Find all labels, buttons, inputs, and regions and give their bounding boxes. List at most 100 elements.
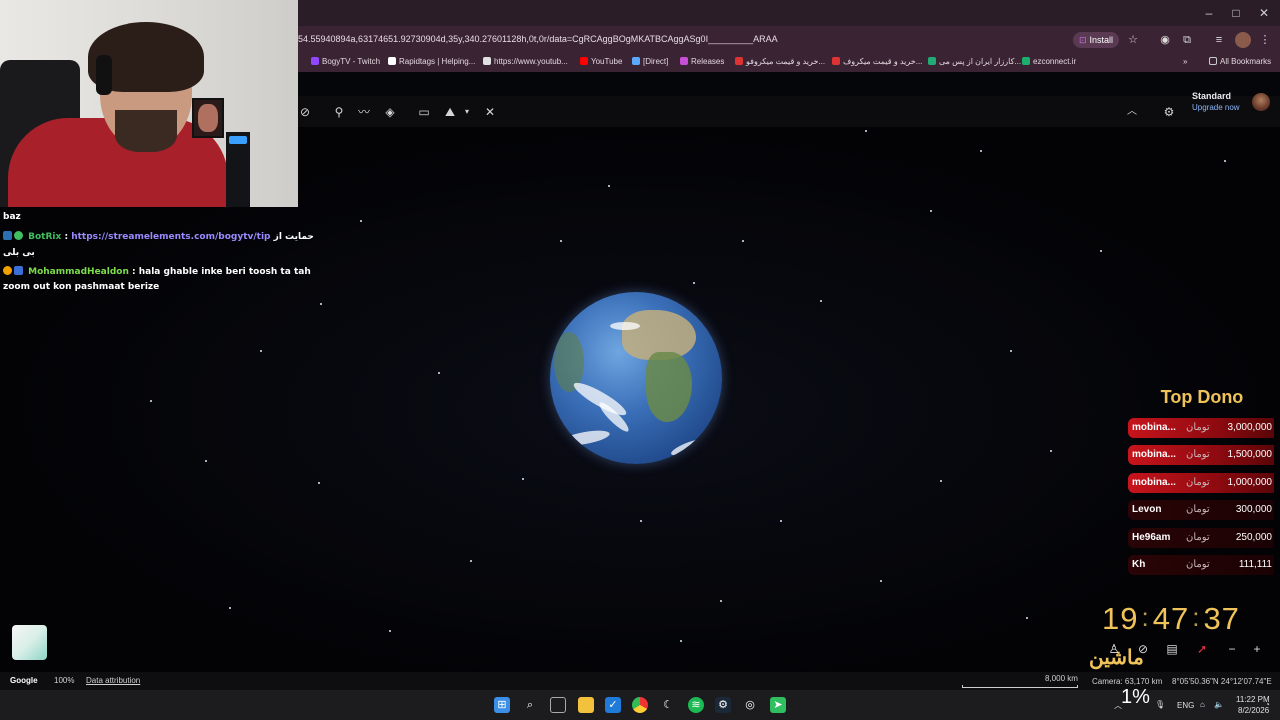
dono-amount: 1,000,000 (1227, 477, 1273, 488)
plan-name: Standard (1192, 91, 1232, 101)
chat-link[interactable]: https://streamelements.com/bogytv/tip (71, 232, 270, 242)
language-indicator[interactable]: ENG (1177, 701, 1194, 710)
gear-icon[interactable]: ⚙ (1160, 103, 1178, 121)
menu-icon[interactable]: ⋮ (1257, 32, 1273, 48)
pegman-icon[interactable]: ♙ (1105, 642, 1123, 656)
star (720, 600, 722, 602)
battery-percent: 1% (1121, 686, 1150, 708)
data-attribution-link[interactable]: Data attribution (86, 676, 140, 685)
chevron-down-icon[interactable]: ▾ (458, 103, 476, 121)
dono-name: He96am (1132, 532, 1171, 543)
vscode-icon[interactable]: ✓ (605, 697, 621, 713)
layers-icon[interactable]: ◈ (381, 103, 399, 121)
bookmarks-overflow-icon[interactable]: » (1183, 57, 1187, 66)
bookmark-item[interactable]: Releases (680, 57, 724, 66)
speaker-light (229, 136, 247, 144)
extension-icon[interactable]: ◉ (1157, 32, 1173, 48)
path-icon[interactable]: 〰 (355, 103, 373, 121)
reading-list-icon[interactable]: ≡ (1211, 32, 1227, 48)
scale-bar (962, 685, 1078, 688)
start-icon[interactable]: ⊞ (494, 697, 510, 713)
chat-message: BotRix : https://streamelements.com/bogy… (3, 231, 314, 242)
star (742, 240, 744, 242)
africa-south (646, 352, 692, 422)
favicon-icon (1022, 57, 1030, 65)
minimize-icon[interactable]: – (1195, 4, 1223, 22)
upgrade-link[interactable]: Upgrade now (1192, 103, 1240, 112)
zoom-out-icon[interactable]: − (1223, 642, 1241, 656)
app-icon[interactable]: ☾ (660, 697, 676, 713)
favicon-icon (928, 57, 936, 65)
star (680, 640, 682, 642)
map-style-thumbnail[interactable] (12, 625, 47, 660)
sub-badge-icon (3, 266, 12, 275)
bookmark-item[interactable]: خرید و قیمت میکروفو... (735, 57, 825, 66)
bookmark-item[interactable]: [Direct] (632, 57, 668, 66)
file-explorer-icon[interactable] (578, 697, 594, 713)
clock-sep: : (1192, 602, 1201, 632)
dono-amount: 250,000 (1235, 532, 1272, 543)
bookmark-item[interactable]: خرید و قیمت میکروف... (832, 57, 922, 66)
star (940, 480, 942, 482)
chrome-icon[interactable] (632, 697, 648, 713)
3d-toggle-icon[interactable]: ▤ (1163, 642, 1181, 656)
app-icon-green[interactable]: ➤ (770, 697, 786, 713)
close-icon[interactable]: ✕ (1250, 4, 1278, 22)
placemark-icon[interactable]: ⚲ (330, 103, 348, 121)
avatar[interactable] (1252, 93, 1270, 111)
favicon-icon (735, 57, 743, 65)
tray-chevron-icon[interactable]: ︿ (1114, 700, 1122, 711)
all-bookmarks[interactable]: All Bookmarks (1209, 57, 1271, 66)
bookmark-star-icon[interactable]: ☆ (1125, 32, 1141, 48)
earth-globe[interactable] (550, 292, 722, 464)
profile-avatar[interactable] (1235, 32, 1251, 48)
zoom-in-icon[interactable]: + (1248, 642, 1266, 656)
projects-icon[interactable]: ⛰ (441, 103, 459, 121)
url-field[interactable]: 54.55940894a,63174651.92730904d,35y,340.… (298, 34, 778, 44)
network-icon[interactable]: ⌂ (1200, 700, 1205, 709)
wall-picture (192, 98, 224, 138)
spotify-icon[interactable]: ≋ (688, 697, 704, 713)
puzzle-icon[interactable]: ⧉ (1179, 32, 1195, 48)
install-icon: ⊡ (1079, 35, 1087, 45)
install-button[interactable]: ⊡ Install (1073, 32, 1120, 48)
obs-icon[interactable]: ◎ (742, 697, 758, 713)
dono-currency: تومان (1186, 477, 1210, 488)
mic-icon[interactable]: 🎙 (1155, 700, 1165, 709)
chat-username[interactable]: MohammadHealdon (28, 267, 129, 277)
maximize-icon[interactable]: □ (1222, 4, 1250, 22)
notification-icon[interactable]: ◔ (1265, 700, 1270, 709)
dono-currency: تومان (1186, 422, 1210, 433)
star (1050, 450, 1052, 452)
dono-currency: تومان (1186, 449, 1210, 460)
star (318, 482, 320, 484)
volume-icon[interactable]: 🔈 (1214, 700, 1224, 709)
history-icon[interactable]: ⊘ (296, 103, 314, 121)
bookmark-item[interactable]: کارزار ایران از پس می... (928, 57, 1021, 66)
star (608, 185, 610, 187)
star (360, 220, 362, 222)
webcam-overlay (0, 0, 298, 207)
compass-icon[interactable]: ➚ (1193, 642, 1211, 656)
3d-icon[interactable]: ⊘ (1134, 642, 1152, 656)
google-logo: Google (10, 676, 38, 685)
chat-username[interactable]: BotRix (28, 232, 61, 242)
star (930, 210, 932, 212)
task-view-icon[interactable] (550, 697, 566, 713)
scale-label: 8,000 km (1045, 674, 1078, 683)
measure-icon[interactable]: ✕ (481, 103, 499, 121)
bookmark-item[interactable]: Rapidtags | Helping... (388, 57, 475, 66)
bookmark-item[interactable]: ezconnect.ir (1022, 57, 1076, 66)
bookmark-item[interactable]: BogyTV - Twitch (311, 57, 380, 66)
star (1026, 617, 1028, 619)
steam-icon[interactable]: ⚙ (715, 697, 731, 713)
plan-info[interactable]: Standard Upgrade now (1192, 91, 1240, 112)
clock-seconds: 37 (1203, 601, 1240, 636)
bookmark-item[interactable]: https://www.youtub... (483, 57, 568, 66)
search-icon[interactable]: ⌕ (522, 697, 538, 713)
star (470, 560, 472, 562)
ruler-icon[interactable]: ▭ (415, 103, 433, 121)
bookmark-item[interactable]: YouTube (580, 57, 622, 66)
chevron-up-icon[interactable]: ︿ (1123, 103, 1141, 121)
favicon-icon (311, 57, 319, 65)
